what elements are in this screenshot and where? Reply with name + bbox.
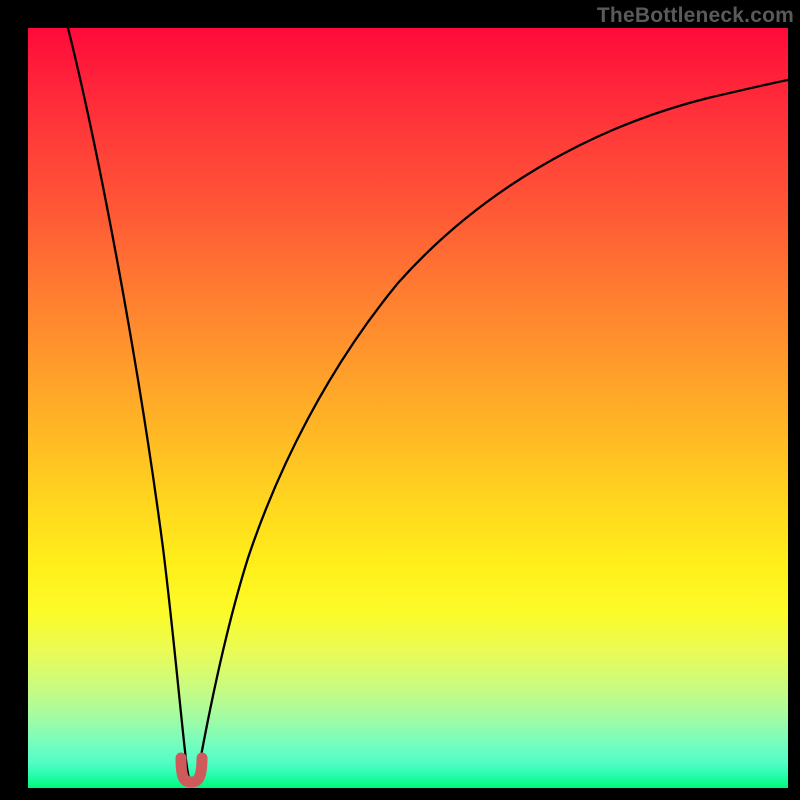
bottleneck-curve (68, 28, 788, 781)
brand-link[interactable]: TheBottleneck.com (597, 4, 794, 28)
chart-plot-area (28, 28, 788, 788)
chart-svg (28, 28, 788, 788)
chart-frame: TheBottleneck.com (0, 0, 800, 800)
brand-link-text: TheBottleneck.com (597, 4, 794, 27)
minimum-marker-icon (181, 758, 202, 782)
